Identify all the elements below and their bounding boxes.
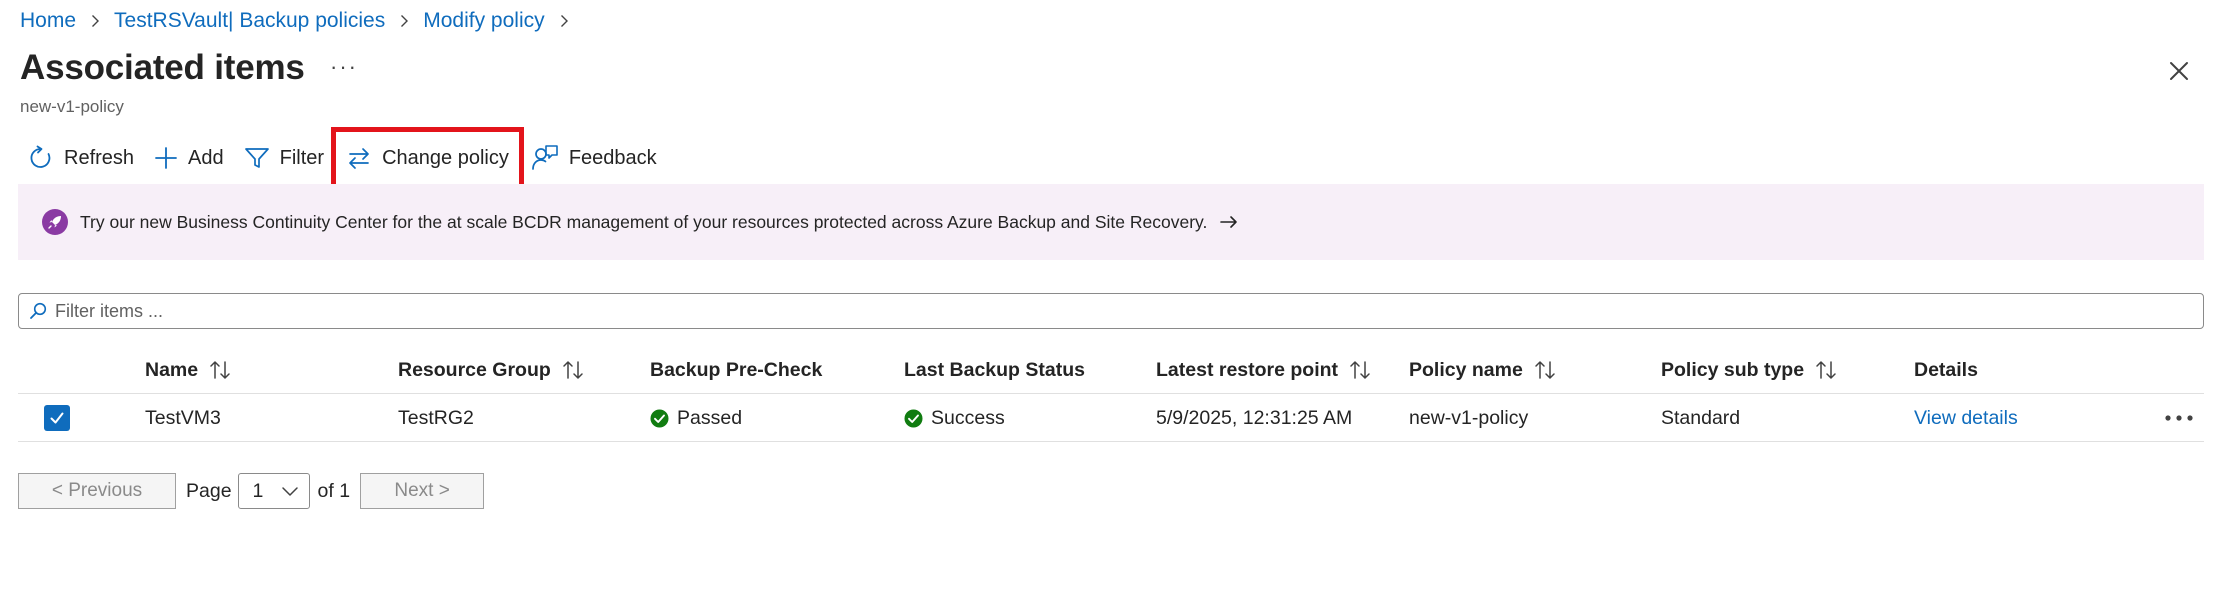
change-policy-label: Change policy xyxy=(382,146,509,169)
filter-button[interactable]: Filter xyxy=(234,138,334,178)
feedback-label: Feedback xyxy=(568,146,657,169)
cell-name: TestVM3 xyxy=(145,406,221,429)
add-label: Add xyxy=(188,146,224,169)
cell-details: View details xyxy=(1914,394,2018,442)
previous-page-button[interactable]: < Previous xyxy=(18,473,176,509)
breadcrumb-home[interactable]: Home xyxy=(20,9,76,33)
column-header-last-backup-status: Last Backup Status xyxy=(904,358,1085,381)
filter-icon xyxy=(244,148,269,168)
sort-icon[interactable] xyxy=(1348,360,1372,380)
more-options-button[interactable]: ··· xyxy=(330,54,358,80)
filter-items-input[interactable] xyxy=(55,300,2155,322)
info-banner[interactable]: Try our new Business Continuity Center f… xyxy=(18,184,2204,260)
chevron-right-icon xyxy=(391,8,417,34)
breadcrumb-modify-policy[interactable]: Modify policy xyxy=(423,9,544,33)
column-header-policy-sub-type[interactable]: Policy sub type xyxy=(1661,346,1838,394)
page-subtitle: new-v1-policy xyxy=(20,97,124,116)
add-button[interactable]: Add xyxy=(144,138,234,178)
command-bar: Refresh Add Filter Change policy Feedbac… xyxy=(18,127,667,189)
column-header-details: Details xyxy=(1914,358,1978,381)
more-horizontal-icon xyxy=(2165,415,2193,421)
feedback-icon xyxy=(531,145,558,170)
feedback-button[interactable]: Feedback xyxy=(521,138,667,178)
row-more-actions-button[interactable] xyxy=(2164,394,2194,442)
swap-arrows-icon xyxy=(349,148,369,169)
breadcrumb: Home TestRSVault| Backup policies Modify… xyxy=(20,8,583,34)
sort-icon[interactable] xyxy=(1814,360,1838,380)
close-button[interactable] xyxy=(2164,56,2194,86)
filter-label: Filter xyxy=(279,146,325,169)
breadcrumb-vault-policies[interactable]: TestRSVault| Backup policies xyxy=(114,9,385,33)
cell-backup-precheck: Passed xyxy=(650,394,742,442)
refresh-label: Refresh xyxy=(64,146,135,169)
arrow-right-icon xyxy=(1219,214,1239,230)
page-title: Associated items xyxy=(20,48,305,87)
column-header-policy-name[interactable]: Policy name xyxy=(1409,346,1557,394)
chevron-right-icon xyxy=(82,8,108,34)
page-count-label: of 1 xyxy=(317,479,351,502)
plus-icon xyxy=(155,147,177,169)
success-check-icon xyxy=(904,409,923,428)
success-check-icon xyxy=(650,409,669,428)
sort-icon[interactable] xyxy=(561,360,585,380)
cell-latest-restore-point: 5/9/2025, 12:31:25 AM xyxy=(1156,406,1353,429)
next-page-button[interactable]: Next > xyxy=(360,473,485,509)
refresh-icon xyxy=(30,145,51,168)
page-select-value: 1 xyxy=(252,479,264,502)
sort-icon[interactable] xyxy=(1533,360,1557,380)
column-header-name[interactable]: Name xyxy=(145,346,232,394)
rocket-icon xyxy=(42,209,68,235)
cell-policy-sub-type: Standard xyxy=(1661,406,1741,429)
change-policy-button[interactable]: Change policy xyxy=(331,127,524,189)
cell-last-backup-status: Success xyxy=(904,394,1005,442)
refresh-button[interactable]: Refresh xyxy=(18,138,144,178)
page-label: Page xyxy=(186,479,232,502)
column-header-latest-restore-point[interactable]: Latest restore point xyxy=(1156,346,1372,394)
chevron-down-icon xyxy=(281,487,298,496)
page-select[interactable]: 1 xyxy=(237,473,310,509)
row-checkbox[interactable] xyxy=(44,405,70,431)
filter-items-field[interactable] xyxy=(18,293,2204,329)
cell-resource-group: TestRG2 xyxy=(398,406,474,429)
pagination: < Previous Page 1 of 1 Next > xyxy=(18,473,485,509)
search-icon xyxy=(30,302,47,319)
checkmark-icon xyxy=(50,412,64,424)
row-select-cell xyxy=(44,394,70,442)
view-details-link[interactable]: View details xyxy=(1914,407,2018,430)
items-table: Name Resource Group Backup Pre-Check Las… xyxy=(18,346,2204,442)
sort-icon[interactable] xyxy=(208,360,232,380)
banner-text: Try our new Business Continuity Center f… xyxy=(80,211,1208,232)
chevron-right-icon xyxy=(551,8,577,34)
column-header-backup-precheck: Backup Pre-Check xyxy=(650,358,823,381)
cell-policy-name: new-v1-policy xyxy=(1409,406,1529,429)
table-header: Name Resource Group Backup Pre-Check Las… xyxy=(18,346,2204,394)
table-row[interactable]: TestVM3 TestRG2 Passed Success 5/9/2025,… xyxy=(18,394,2204,442)
close-icon xyxy=(2170,62,2188,80)
column-header-resource-group[interactable]: Resource Group xyxy=(398,346,585,394)
